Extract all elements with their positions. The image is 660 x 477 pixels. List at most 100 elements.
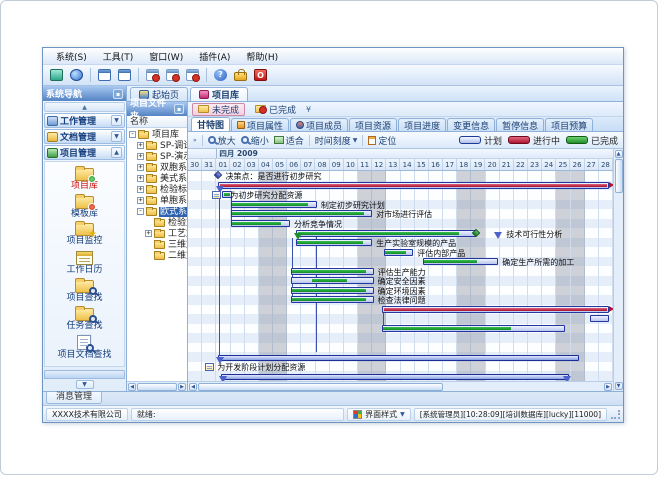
task-bar[interactable] [291,277,373,284]
sidebar-header[interactable]: 系统导航 ▪ [43,86,126,101]
zoom-in-button[interactable]: 放大 [208,134,236,147]
tree-node-欧式系列[interactable]: -欧式系列 [127,206,187,217]
sidebar-item-工作日历[interactable]: 工作日历 [66,251,102,275]
tree-node-SP-调试机系[interactable]: +SP-调试机系 [127,140,187,151]
tree-node-三维文件[interactable]: 三维文件 [127,239,187,250]
pin-icon[interactable]: ▪ [113,89,123,99]
gantt-tab-变更信息[interactable]: 变更信息 [447,118,495,131]
pin-icon[interactable]: ▪ [174,104,184,114]
task-bar[interactable] [384,249,414,256]
tree-node-SP-演示机系[interactable]: +SP-演示机系 [127,151,187,162]
task-bar[interactable] [296,239,373,246]
scroll-up-icon[interactable]: ▲ [615,150,623,158]
expand-icon[interactable]: + [137,153,144,160]
globe-button[interactable] [68,67,85,84]
scroll-thumb[interactable] [198,383,443,391]
sidebar-item-项目库[interactable]: 项目库 [71,168,98,191]
tree-node-美式系列[interactable]: +美式系列 [127,173,187,184]
calendar-delete-button[interactable] [184,67,201,84]
chevron-down-icon[interactable]: ▼ [111,131,122,142]
message-manager-tab[interactable]: 消息管理 [46,392,102,404]
summary-bar-plan[interactable] [221,374,570,380]
summary-bar-inprogress[interactable] [382,306,609,313]
scroll-thumb[interactable] [615,159,623,193]
task-bar[interactable] [231,210,373,217]
help-button[interactable]: ? [212,67,229,84]
expand-icon[interactable]: + [145,230,152,237]
sidebar-item-任务查找[interactable]: 任务查找 [66,308,102,331]
note-icon[interactable] [212,191,221,199]
task-bar[interactable] [382,325,565,332]
doc-tab-项目库[interactable]: 项目库 [190,87,248,101]
menu-item[interactable]: 工具(T) [96,49,141,64]
tree-node-二维文件[interactable]: 二维文件 [127,250,187,261]
menu-item[interactable]: 系统(S) [49,49,94,64]
scroll-left-icon[interactable]: ◀ [128,383,136,391]
layout-button[interactable] [116,67,133,84]
menu-item[interactable]: 窗口(W) [142,49,190,64]
scroll-left-icon[interactable]: ◀ [189,383,197,391]
tree-node-双胞系列[interactable]: +双胞系列 [127,162,187,173]
scroll-thumb[interactable] [137,383,177,391]
tree-node-项目库[interactable]: -项目库 [127,129,187,140]
tree-node-检验文件[interactable]: 检验文件 [127,217,187,228]
task-bar[interactable] [291,287,373,294]
expand-icon[interactable]: + [137,197,144,204]
tree-horizontal-scrollbar[interactable]: ◀ ▶ [127,381,187,391]
fit-button[interactable]: 适合 [274,134,304,147]
menu-item[interactable]: 插件(A) [192,49,237,64]
tree-node-单胞系列[interactable]: +单胞系列 [127,195,187,206]
task-bar[interactable] [231,220,291,227]
zoom-out-button[interactable]: 缩小 [241,134,269,147]
summary-bar-plan[interactable] [218,355,579,361]
task-bar[interactable] [291,296,373,303]
task-bar[interactable] [423,258,498,265]
gantt-horizontal-scrollbar[interactable]: ◀ ▶ [188,381,613,391]
filter-已完成[interactable]: 已完成 [250,103,301,116]
lock-button[interactable] [232,67,249,84]
gantt-tab-甘特图[interactable]: 甘特图 [191,117,230,131]
expand-icon[interactable]: + [137,142,144,149]
gantt-tab-项目成员[interactable]: 项目成员 [290,118,348,131]
gantt-tab-项目预算[interactable]: 项目预算 [545,118,593,131]
expand-icon[interactable]: + [137,186,144,193]
sidebar-item-项目监控[interactable]: ★项目监控 [66,223,102,246]
filter-未完成[interactable]: 未完成 [192,103,245,116]
calendar-edit-button[interactable] [164,67,181,84]
calendar-new-button[interactable] [144,67,161,84]
chevron-down-icon[interactable]: ▼ [76,380,94,389]
sidebar-group-1[interactable]: 工作管理▼ [44,113,125,128]
menu-item[interactable]: 帮助(H) [239,49,285,64]
expand-icon[interactable]: + [137,175,144,182]
window-button[interactable] [96,67,113,84]
sidebar-item-项目查找[interactable]: 项目查找 [66,280,102,303]
gantt-vertical-scrollbar[interactable]: ▲ ▼ [613,149,623,391]
scroll-right-icon[interactable]: ▶ [604,383,612,391]
note-icon[interactable] [205,363,214,371]
sidebar-item-项目文档查找[interactable]: 项目文档查找 [57,335,111,360]
locate-button[interactable]: 定位 [368,134,396,147]
task-bar[interactable] [231,201,317,208]
summary-bar-inprogress[interactable] [218,182,609,189]
gantt-chart-body[interactable]: 决策点：是否进行初步研究为初步研究分配资源制定初步研究计划对市场进行评估分析竞争… [188,171,613,381]
scroll-right-icon[interactable]: ▶ [178,383,186,391]
task-bar[interactable] [291,268,373,275]
tree-node-工艺文件[interactable]: +工艺文件 [127,228,187,239]
monitor-button[interactable] [48,67,65,84]
toolbar-overflow-icon[interactable]: » [193,137,197,144]
sidebar-scroll-up-button[interactable]: ▲ [44,102,125,112]
sidebar-group-2[interactable]: 文档管理▼ [44,129,125,144]
resize-grip[interactable] [611,410,620,419]
style-selector[interactable]: 界面样式 ▼ [347,408,411,421]
collapse-icon[interactable]: - [129,131,136,138]
expand-icon[interactable]: + [137,164,144,171]
scroll-down-icon[interactable]: ▼ [615,382,623,390]
collapse-icon[interactable]: - [137,208,144,215]
filter-more[interactable]: ¥ [306,105,311,114]
sidebar-group-3[interactable]: 项目管理▲ [44,145,125,160]
summary-bar-complete[interactable] [296,230,476,237]
chevron-up-icon[interactable]: ▲ [111,147,122,158]
task-bar[interactable] [590,315,608,322]
timescale-dropdown[interactable]: 时间刻度▼ [315,134,358,147]
tree-node-检验标准[interactable]: +检验标准 [127,184,187,195]
